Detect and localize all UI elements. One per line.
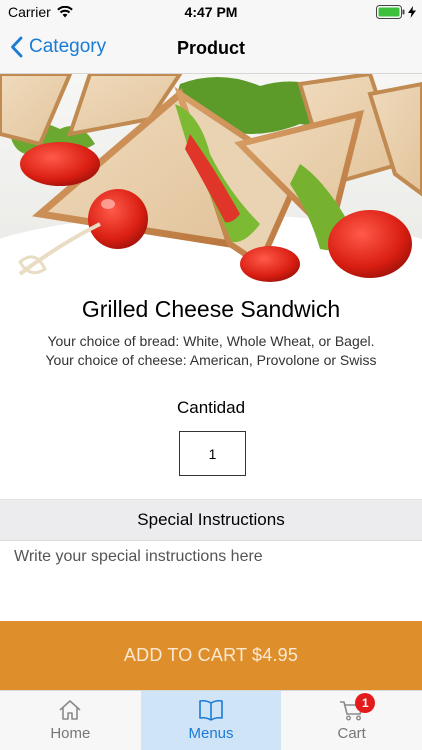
tab-menus[interactable]: Menus bbox=[140, 691, 282, 750]
book-icon bbox=[199, 699, 223, 721]
quantity-label: Cantidad bbox=[176, 398, 246, 417]
tab-home[interactable]: Home bbox=[0, 691, 141, 750]
product-description-line: Your choice of cheese: American, Provolo… bbox=[45, 352, 377, 368]
status-right bbox=[376, 5, 416, 19]
special-instructions-input[interactable] bbox=[0, 541, 422, 621]
tab-bar: Home Menus Cart 1 bbox=[0, 690, 422, 750]
tab-cart[interactable]: Cart 1 bbox=[281, 691, 422, 750]
special-instructions-header: Special Instructions bbox=[0, 499, 422, 541]
status-time: 4:47 PM bbox=[184, 4, 238, 20]
back-button-label: Category bbox=[29, 36, 107, 57]
add-to-cart-button[interactable]: ADD TO CART $4.95 bbox=[0, 621, 422, 690]
charging-icon bbox=[408, 6, 416, 18]
battery-icon bbox=[376, 5, 405, 19]
product-description: Your choice of bread: White, Whole Wheat… bbox=[0, 332, 422, 370]
status-bar: Carrier 4:47 PM bbox=[0, 0, 422, 24]
quantity-input[interactable] bbox=[179, 431, 246, 476]
product-name: Grilled Cheese Sandwich bbox=[81, 296, 341, 322]
chevron-left-icon bbox=[11, 36, 23, 58]
product-description-line: Your choice of bread: White, Whole Wheat… bbox=[47, 333, 375, 349]
tab-home-label: Home bbox=[50, 725, 91, 742]
cart-count-badge: 1 bbox=[355, 693, 376, 713]
tab-cart-label: Cart bbox=[337, 725, 366, 742]
product-image bbox=[0, 74, 422, 286]
home-icon bbox=[59, 700, 81, 720]
tab-menus-label: Menus bbox=[188, 725, 234, 742]
back-button[interactable]: Category bbox=[10, 36, 106, 58]
navigation-bar: Category Product bbox=[0, 24, 422, 74]
